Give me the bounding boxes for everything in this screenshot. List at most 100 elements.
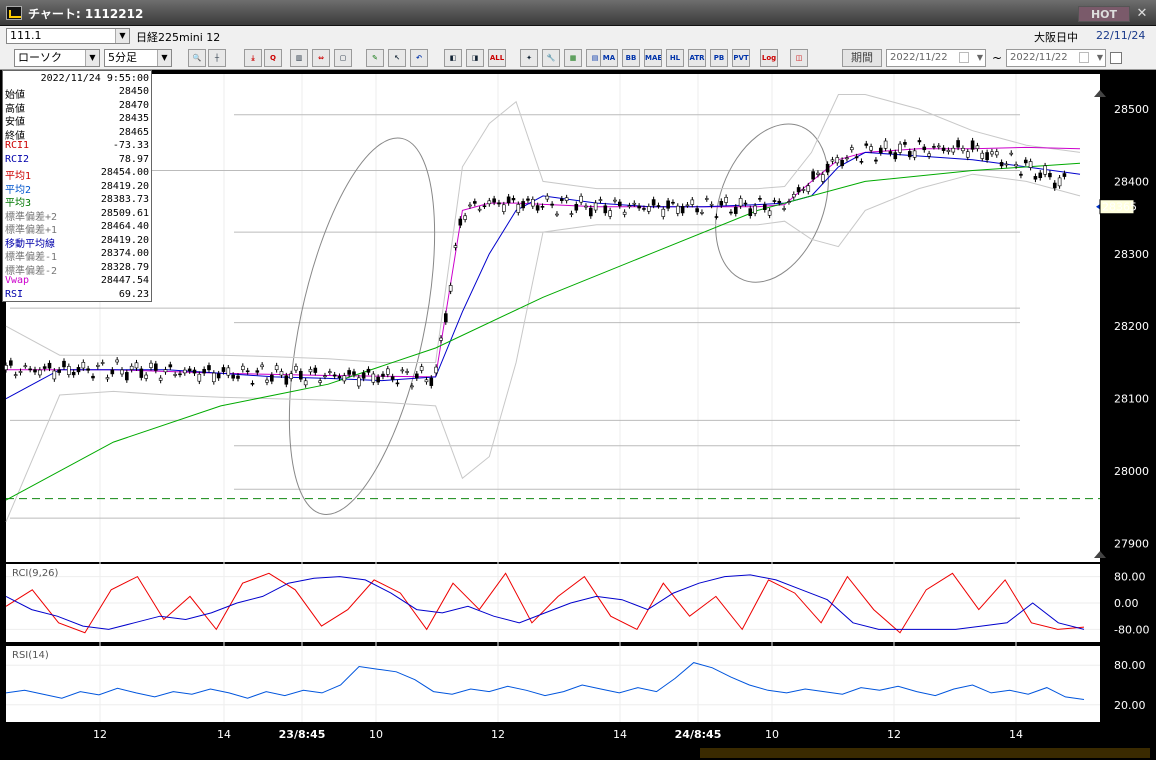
disabled-icon[interactable]: ▢: [334, 49, 352, 67]
candle-body: [521, 201, 525, 209]
candle-right-icon[interactable]: ◨: [466, 49, 484, 67]
interval-select[interactable]: 5分足 ▼: [104, 49, 172, 67]
order-icon[interactable]: ⇔: [312, 49, 330, 67]
candle-body: [777, 200, 782, 203]
candle-body: [187, 368, 192, 372]
candle-body: [381, 373, 385, 377]
candle-body: [313, 367, 318, 373]
candle-body: [685, 204, 690, 207]
candle-body: [782, 208, 786, 210]
ma-icon[interactable]: MA: [600, 49, 618, 67]
chevron-down-icon[interactable]: ▼: [85, 50, 99, 66]
time-tick-label: 14: [1009, 728, 1023, 741]
calendar-icon[interactable]: [1079, 52, 1089, 63]
candle-body: [18, 371, 23, 373]
candle-body: [874, 159, 878, 162]
candle-body: [221, 367, 226, 372]
candle-body: [429, 377, 434, 386]
candle-body: [791, 194, 796, 198]
candle-body: [473, 201, 477, 204]
hl-icon[interactable]: HL: [666, 49, 684, 67]
chevron-down-icon[interactable]: ▼: [157, 50, 171, 66]
chevron-down-icon[interactable]: ▼: [977, 50, 983, 66]
candle-body: [980, 152, 985, 159]
chart-type-select[interactable]: ローソク ▼: [14, 49, 100, 67]
pvt-icon[interactable]: PVT: [732, 49, 750, 67]
pb-icon[interactable]: PB: [710, 49, 728, 67]
candle-body: [207, 365, 211, 371]
candle-body: [743, 202, 748, 205]
candle-body: [608, 210, 612, 217]
candle-body: [922, 146, 927, 151]
candle-body: [898, 143, 902, 153]
candle-body: [100, 362, 105, 364]
candle-body: [695, 208, 699, 213]
atr-icon[interactable]: ATR: [688, 49, 706, 67]
candle-body: [168, 364, 173, 368]
bb-icon[interactable]: BB: [622, 49, 640, 67]
candle-body: [622, 211, 627, 215]
candle-body: [76, 367, 81, 373]
candle-body: [845, 157, 849, 160]
candle-body: [907, 151, 912, 158]
cursor-icon[interactable]: ⤓: [244, 49, 262, 67]
candle-body: [849, 147, 854, 151]
candle-body: [555, 213, 559, 216]
candle-body: [419, 366, 424, 371]
candle-body: [651, 199, 656, 206]
select-arrow-icon[interactable]: ↖: [388, 49, 406, 67]
candle-body: [390, 376, 395, 380]
data-row-value: 28419.20: [100, 234, 149, 246]
candle-body: [9, 360, 13, 366]
calendar-icon[interactable]: [959, 52, 969, 63]
candle-body: [535, 205, 540, 211]
data-row: RSI 69.23: [5, 289, 151, 302]
chevron-down-icon[interactable]: ▼: [1097, 50, 1103, 66]
candle-body: [927, 153, 931, 157]
date-to-input[interactable]: 2022/11/22 ▼: [1006, 49, 1106, 67]
price-chart[interactable]: 2850028400283002820028100280002790028365…: [0, 70, 1156, 760]
candle-left-icon[interactable]: ◧: [444, 49, 462, 67]
pencil-icon[interactable]: ✎: [366, 49, 384, 67]
candle-body: [506, 196, 511, 204]
candle-body: [284, 375, 289, 385]
close-icon[interactable]: ✕: [1134, 6, 1150, 22]
period-checkbox[interactable]: [1110, 52, 1122, 64]
candle-body: [646, 206, 651, 212]
period-button[interactable]: 期間: [842, 49, 882, 67]
candle-body: [729, 211, 733, 214]
instrument-name: 日経225mini 12: [136, 31, 221, 44]
candle-body: [970, 140, 975, 150]
candle-body: [323, 375, 327, 378]
candle-body: [192, 369, 197, 374]
candle-body: [67, 366, 71, 375]
chart-area[interactable]: 28500 28400 28300 28200 28100 28000 27900 28365…: [0, 70, 1156, 760]
mae-icon[interactable]: MAE: [644, 49, 662, 67]
hot-button[interactable]: HOT: [1078, 6, 1130, 22]
wrench-icon[interactable]: 🔧: [542, 49, 560, 67]
candle-body: [859, 161, 864, 163]
log-icon[interactable]: Log: [760, 49, 778, 67]
zoom-icon[interactable]: 🔍: [188, 49, 206, 67]
palette-icon[interactable]: ▦: [564, 49, 582, 67]
magnifier-icon[interactable]: Q: [264, 49, 282, 67]
candle-body: [961, 147, 965, 152]
data-row-value: 28464.40: [100, 221, 149, 232]
chevron-down-icon[interactable]: ▼: [115, 29, 129, 43]
symbol-code-select[interactable]: 111.1 ▼: [6, 28, 130, 44]
all-icon[interactable]: ALL: [488, 49, 506, 67]
date-from-input[interactable]: 2022/11/22 ▼: [886, 49, 986, 67]
candle-body: [463, 215, 467, 220]
candle-body: [1004, 163, 1009, 166]
candle-body: [260, 364, 264, 368]
candle-body: [748, 208, 753, 217]
candle-body: [1038, 172, 1043, 178]
crosshair-icon[interactable]: ┼: [208, 49, 226, 67]
candle-body: [245, 370, 250, 373]
candle-body: [154, 363, 158, 371]
tools-icon[interactable]: ✦: [520, 49, 538, 67]
date-range-separator: ~: [992, 51, 1003, 65]
undo-icon[interactable]: ↶: [410, 49, 428, 67]
bar-chart-icon[interactable]: ▥: [290, 49, 308, 67]
split-icon[interactable]: ◫: [790, 49, 808, 67]
